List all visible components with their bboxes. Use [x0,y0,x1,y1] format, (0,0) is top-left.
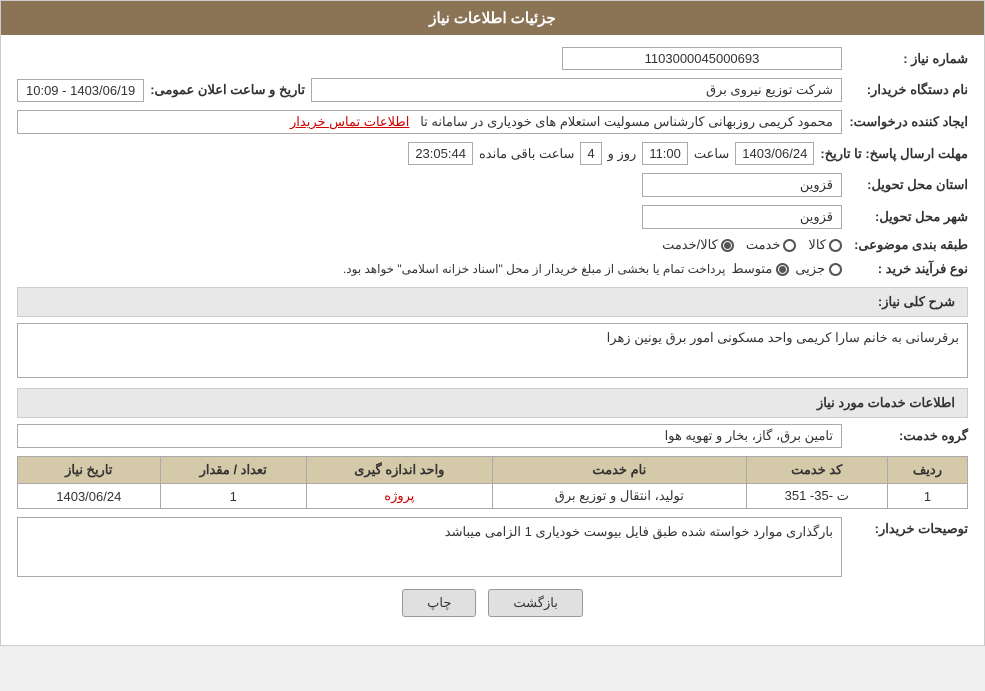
col-quantity: تعداد / مقدار [160,457,306,484]
category-goods-radio[interactable] [829,239,842,252]
send-time-value: 11:00 [642,142,688,165]
service-group-label: گروه خدمت: [848,428,968,444]
category-goods-service-label: کالا/خدمت [662,237,718,253]
category-service-radio[interactable] [783,239,796,252]
cell-service-code: ت -35- 351 [746,484,887,509]
table-body: 1 ت -35- 351 تولید، انتقال و توزیع برق پ… [18,484,968,509]
need-desc-content: برقرسانی به خانم سارا کریمی واحد مسکونی … [17,323,968,378]
page-title: جزئیات اطلاعات نیاز [429,10,556,27]
need-desc-section: شرح کلی نیاز: برقرسانی به خانم سارا کریم… [17,287,968,378]
creator-value: محمود کریمی روزبهانی کارشناس مسولیت استع… [17,110,842,134]
category-service-label: خدمت [746,237,781,253]
creator-link[interactable]: اطلاعات تماس خریدار [290,114,409,129]
send-date-value: 1403/06/24 [735,142,814,165]
send-days-label: روز و [608,146,637,162]
cell-quantity: 1 [160,484,306,509]
send-date-row: مهلت ارسال پاسخ: تا تاریخ: 1403/06/24 سا… [17,142,968,165]
province-value: قزوین [642,173,842,197]
purchase-individual-label: جزیی [795,261,825,277]
need-number-row: شماره نیاز : 1103000045000693 [17,47,968,70]
button-row: بازگشت چاپ [17,589,968,633]
print-button[interactable]: چاپ [402,589,476,617]
category-goods-service-radio[interactable] [721,239,734,252]
send-remaining-value: 23:05:44 [408,142,473,165]
announce-value: 1403/06/19 - 10:09 [17,79,144,102]
buyer-desc-value: بارگذاری موارد خواسته شده طبق فایل بیوست… [17,517,842,577]
services-section-header: اطلاعات خدمات مورد نیاز [17,388,968,418]
purchase-individual-item: جزیی [795,261,842,277]
city-label: شهر محل تحویل: [848,209,968,225]
cell-unit: پروژه [306,484,492,509]
purchase-type-row: نوع فرآیند خرید : جزیی متوسط پرداخت تمام… [17,261,968,277]
province-row: استان محل تحویل: قزوین [17,173,968,197]
announce-label: تاریخ و ساعت اعلان عمومی: [150,82,305,98]
cell-row: 1 [887,484,967,509]
purchase-note: پرداخت تمام یا بخشی از مبلغ خریدار از مح… [343,262,726,276]
buyer-desc-label: توصیحات خریدار: [848,521,968,537]
page-header: جزئیات اطلاعات نیاز [1,1,984,35]
city-row: شهر محل تحویل: قزوین [17,205,968,229]
need-number-value: 1103000045000693 [562,47,842,70]
cell-date: 1403/06/24 [18,484,161,509]
category-radio-group: کالا خدمت کالا/خدمت [662,237,842,253]
purchase-medium-label: متوسط [731,261,772,277]
category-service-item: خدمت [746,237,797,253]
category-goods-label: کالا [808,237,826,253]
need-number-label: شماره نیاز : [848,51,968,67]
col-service-code: کد خدمت [746,457,887,484]
col-service-name: نام خدمت [492,457,746,484]
province-label: استان محل تحویل: [848,177,968,193]
col-unit: واحد اندازه گیری [306,457,492,484]
need-desc-label: شرح کلی نیاز: [17,287,968,317]
send-days-value: 4 [580,142,601,165]
table-header: ردیف کد خدمت نام خدمت واحد اندازه گیری ت… [18,457,968,484]
purchase-medium-radio[interactable] [776,263,789,276]
purchase-medium-item: متوسط [731,261,789,277]
creator-label: ایجاد کننده درخواست: [848,114,968,130]
city-value: قزوین [642,205,842,229]
content-area: شماره نیاز : 1103000045000693 نام دستگاه… [1,35,984,645]
purchase-type-label: نوع فرآیند خرید : [848,261,968,277]
send-time-label: ساعت [694,146,729,162]
back-button[interactable]: بازگشت [488,589,582,617]
requester-org-value: شرکت توزیع نیروی برق [311,78,842,102]
creator-row: ایجاد کننده درخواست: محمود کریمی روزبهان… [17,110,968,134]
page-container: جزئیات اطلاعات نیاز شماره نیاز : 1103000… [0,0,985,646]
purchase-individual-radio[interactable] [829,263,842,276]
buyer-desc-section: توصیحات خریدار: بارگذاری موارد خواسته شد… [17,517,968,577]
table-header-row: ردیف کد خدمت نام خدمت واحد اندازه گیری ت… [18,457,968,484]
creator-text: محمود کریمی روزبهانی کارشناس مسولیت استع… [420,114,833,129]
service-group-row: گروه خدمت: تامین برق، گاز، بخار و تهویه … [17,424,968,448]
category-goods-item: کالا [808,237,842,253]
category-row: طبقه بندی موضوعی: کالا خدمت کالا/خدمت [17,237,968,253]
services-table: ردیف کد خدمت نام خدمت واحد اندازه گیری ت… [17,456,968,509]
send-remaining-label: ساعت باقی مانده [479,146,574,162]
send-date-label: مهلت ارسال پاسخ: تا تاریخ: [820,146,968,162]
col-date: تاریخ نیاز [18,457,161,484]
col-row: ردیف [887,457,967,484]
cell-service-name: تولید، انتقال و توزیع برق [492,484,746,509]
service-group-value: تامین برق، گاز، بخار و تهویه هوا [17,424,842,448]
requester-org-label: نام دستگاه خریدار: [848,82,968,98]
category-goods-service-item: کالا/خدمت [662,237,734,253]
category-label: طبقه بندی موضوعی: [848,237,968,253]
table-row: 1 ت -35- 351 تولید، انتقال و توزیع برق پ… [18,484,968,509]
need-desc-value: برقرسانی به خانم سارا کریمی واحد مسکونی … [17,323,968,378]
requester-announce-row: نام دستگاه خریدار: شرکت توزیع نیروی برق … [17,78,968,102]
